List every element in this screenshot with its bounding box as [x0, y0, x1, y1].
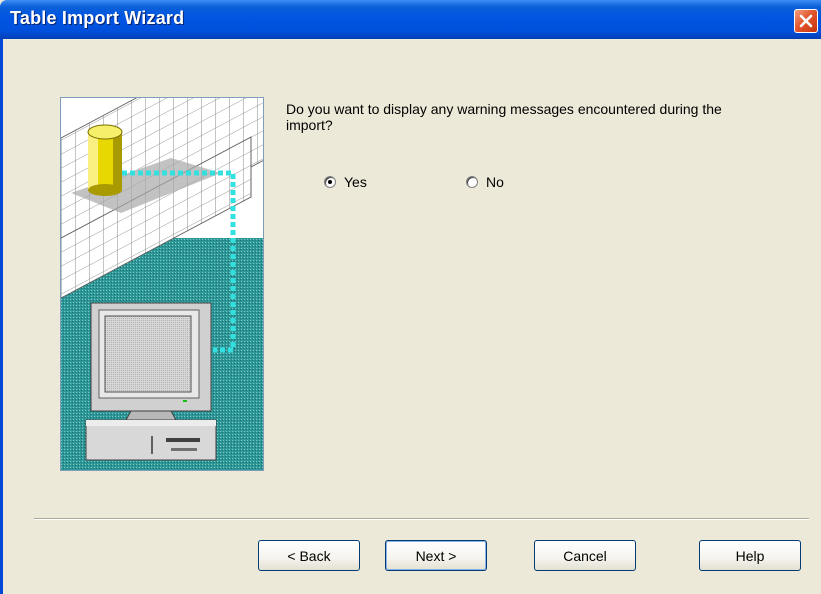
- radio-no-indicator[interactable]: [466, 176, 478, 188]
- wizard-window: Table Import Wizard Do you want to displ…: [0, 0, 821, 594]
- back-button[interactable]: < Back: [258, 540, 360, 571]
- wizard-illustration: [60, 97, 264, 471]
- warning-question: Do you want to display any warning messa…: [286, 101, 722, 133]
- title-bar[interactable]: Table Import Wizard: [0, 0, 821, 39]
- cancel-button[interactable]: Cancel: [534, 540, 636, 571]
- radio-yes-label[interactable]: Yes: [344, 174, 367, 190]
- radio-yes[interactable]: Yes: [324, 173, 367, 191]
- close-button[interactable]: [794, 9, 818, 33]
- close-icon: [799, 14, 813, 28]
- window-title: Table Import Wizard: [10, 8, 185, 28]
- button-separator: [34, 518, 809, 520]
- window-border: [0, 39, 3, 594]
- radio-yes-indicator[interactable]: [324, 176, 336, 188]
- radio-no-label[interactable]: No: [486, 174, 504, 190]
- next-button[interactable]: Next >: [385, 540, 487, 571]
- radio-no[interactable]: No: [466, 173, 504, 191]
- help-button[interactable]: Help: [699, 540, 801, 571]
- database-to-computer-illustration: [61, 98, 263, 470]
